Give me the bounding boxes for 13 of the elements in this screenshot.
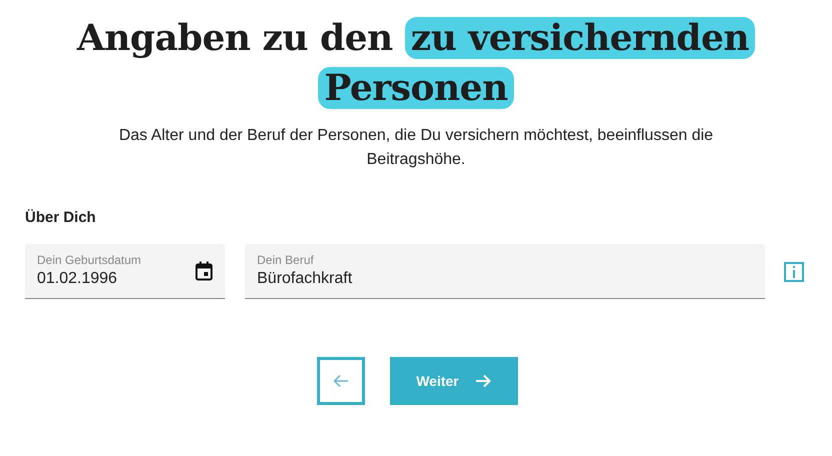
back-button[interactable] <box>316 357 364 405</box>
field-label: Dein Geburtsdatum <box>37 253 142 267</box>
calendar-icon[interactable] <box>195 261 213 281</box>
subtitle: Das Alter und der Beruf der Personen, die Du versichern möchtest, beeinflussen die Beitragshöhe. <box>118 126 714 170</box>
section-heading: Über Dich <box>25 208 97 228</box>
field-value: Bürofachkraft <box>257 269 354 289</box>
text-field[interactable]: Dein Beruf Bürofachkraft <box>245 244 765 299</box>
field-label: Dein Beruf <box>257 253 315 267</box>
arrow-right-icon <box>474 374 491 388</box>
field-value: 01.02.1996 <box>37 269 118 289</box>
date-field[interactable]: Dein Geburtsdatum 01.02.1996 <box>25 244 225 299</box>
info-icon[interactable] <box>784 262 804 282</box>
arrow-left-icon <box>332 374 348 388</box>
